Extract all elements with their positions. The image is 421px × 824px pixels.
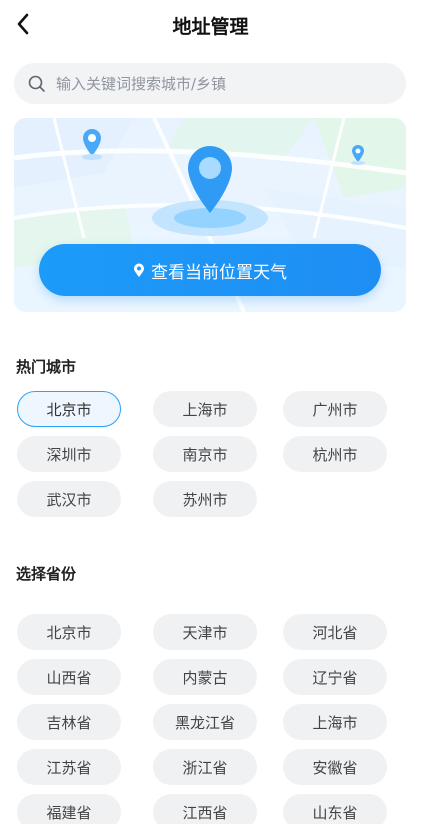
location-pin-icon [134, 263, 144, 277]
province-chip-fujian[interactable]: 福建省 [17, 794, 121, 824]
province-chip-hebei[interactable]: 河北省 [283, 614, 387, 650]
hot-city-chip-hangzhou[interactable]: 杭州市 [283, 436, 387, 472]
hot-city-chip-guangzhou[interactable]: 广州市 [283, 391, 387, 427]
province-chip-tianjin[interactable]: 天津市 [153, 614, 257, 650]
province-chip-shanxi[interactable]: 山西省 [17, 659, 121, 695]
province-chip-anhui[interactable]: 安徽省 [283, 749, 387, 785]
hot-city-chip-suzhou[interactable]: 苏州市 [153, 481, 257, 517]
hot-city-chip-shenzhen[interactable]: 深圳市 [17, 436, 121, 472]
page-title: 地址管理 [172, 16, 249, 38]
hot-city-chip-wuhan[interactable]: 武汉市 [17, 481, 121, 517]
hot-city-chip-beijing[interactable]: 北京市 [17, 391, 121, 427]
view-current-location-weather-button[interactable]: 查看当前位置天气 [39, 244, 381, 296]
province-chip-zhejiang[interactable]: 浙江省 [153, 749, 257, 785]
locate-button-label: 查看当前位置天气 [151, 262, 287, 283]
search-placeholder: 输入关键词搜索城市/乡镇 [56, 75, 227, 93]
hot-cities-title: 热门城市 [16, 358, 77, 376]
search-input[interactable]: 输入关键词搜索城市/乡镇 [14, 63, 406, 104]
province-chip-shanghai[interactable]: 上海市 [283, 704, 387, 740]
province-chip-jiangxi[interactable]: 江西省 [153, 794, 257, 824]
hot-city-chip-nanjing[interactable]: 南京市 [153, 436, 257, 472]
select-province-title: 选择省份 [16, 565, 77, 583]
map-card: 查看当前位置天气 [14, 118, 406, 312]
header: 地址管理 [0, 0, 421, 50]
province-chip-beijing[interactable]: 北京市 [17, 614, 121, 650]
search-icon [28, 75, 45, 92]
province-chip-jiangsu[interactable]: 江苏省 [17, 749, 121, 785]
province-chip-neimenggu[interactable]: 内蒙古 [153, 659, 257, 695]
hot-city-chip-shanghai[interactable]: 上海市 [153, 391, 257, 427]
province-chip-liaoning[interactable]: 辽宁省 [283, 659, 387, 695]
address-management-page: 地址管理 输入关键词搜索城市/乡镇 查看当前位置天气 热门城市 北京市 上海市 … [0, 0, 421, 824]
province-chip-shandong[interactable]: 山东省 [283, 794, 387, 824]
province-chip-heilongjiang[interactable]: 黑龙江省 [153, 704, 257, 740]
province-chip-jilin[interactable]: 吉林省 [17, 704, 121, 740]
